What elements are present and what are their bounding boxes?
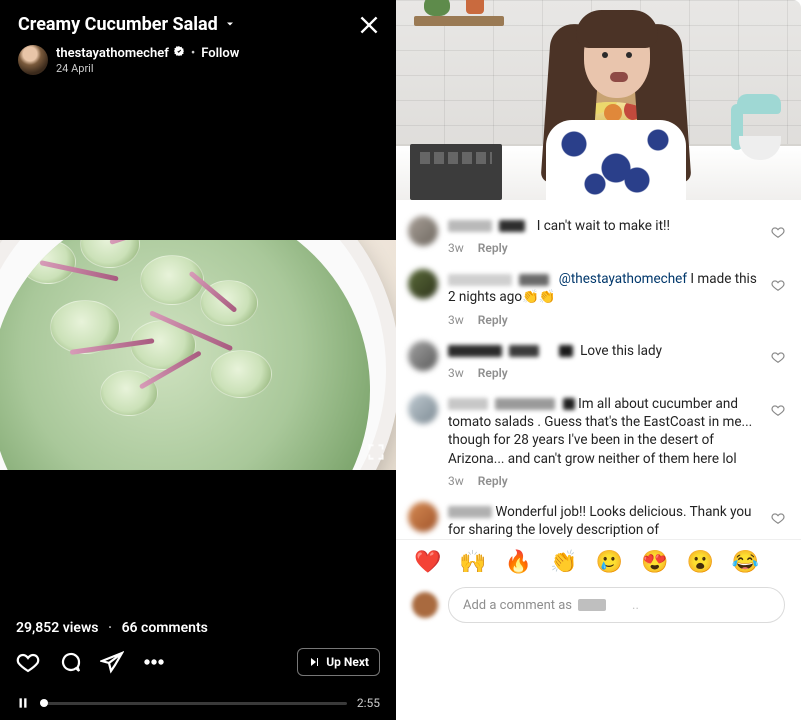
- reply-button[interactable]: Reply: [478, 241, 508, 255]
- comment-list: I can't wait to make it!! 3w Reply: [396, 200, 801, 539]
- pause-button[interactable]: [16, 696, 30, 710]
- comment-like-button[interactable]: [771, 224, 785, 238]
- comment-like-button[interactable]: [771, 277, 785, 291]
- video-preview-scene: [396, 0, 801, 200]
- play-next-icon: [308, 656, 320, 668]
- comment-text: Love this lady: [580, 343, 662, 359]
- reaction-tear[interactable]: 🥲: [596, 550, 623, 575]
- comment-input-row: Add a comment as ..: [396, 581, 801, 635]
- comment-item: I can't wait to make it!! 3w Reply: [408, 208, 797, 261]
- commenter-avatar[interactable]: [408, 341, 438, 371]
- comment-item: Im all about cucumber and tomato salads …: [408, 386, 797, 494]
- comment-text: I can't wait to make it!!: [537, 218, 670, 234]
- comment-age: 3w: [448, 241, 464, 255]
- reaction-wow[interactable]: 😮: [686, 550, 713, 575]
- chevron-down-icon: [224, 14, 236, 35]
- seek-track[interactable]: [40, 702, 347, 705]
- comments-panel: I can't wait to make it!! 3w Reply: [396, 200, 801, 720]
- commenter-avatar[interactable]: [408, 394, 438, 424]
- comment-age: 3w: [448, 474, 464, 488]
- right-panel: I can't wait to make it!! 3w Reply: [396, 0, 801, 720]
- video-frame[interactable]: [0, 99, 396, 610]
- comment-input[interactable]: Add a comment as ..: [448, 587, 785, 623]
- commenter-avatar[interactable]: [408, 502, 438, 532]
- comment-item: @thestayathomechef I made this 2 nights …: [408, 261, 797, 332]
- reaction-clap[interactable]: 👏: [550, 550, 577, 575]
- comment-item: Love this lady 3w Reply: [408, 333, 797, 386]
- comment-text: Im all about cucumber and tomato salads …: [448, 396, 752, 467]
- video-title-text: Creamy Cucumber Salad: [18, 14, 218, 35]
- comment-like-button[interactable]: [771, 349, 785, 363]
- seek-knob[interactable]: [40, 699, 48, 707]
- video-title[interactable]: Creamy Cucumber Salad: [18, 14, 236, 35]
- comment-age: 3w: [448, 313, 464, 327]
- reaction-bar: ❤️ 🙌 🔥 👏 🥲 😍 😮 😂: [396, 539, 801, 581]
- dot-separator: •: [191, 46, 195, 61]
- comment-button[interactable]: [58, 650, 82, 674]
- verified-icon: [173, 45, 185, 61]
- reply-button[interactable]: Reply: [478, 474, 508, 488]
- video-footer: 29,852 views · 66 comments Up Next: [0, 610, 396, 720]
- reply-button[interactable]: Reply: [478, 366, 508, 380]
- comment-age: 3w: [448, 366, 464, 380]
- author-username[interactable]: thestayathomechef: [56, 45, 185, 61]
- player-bar: 2:55: [16, 696, 380, 710]
- stats-dot: ·: [102, 620, 118, 636]
- more-button[interactable]: [142, 650, 166, 674]
- like-button[interactable]: [16, 650, 40, 674]
- commenter-avatar[interactable]: [408, 269, 438, 299]
- video-panel: Creamy Cucumber Salad thestayathomechef …: [0, 0, 396, 720]
- comment-like-button[interactable]: [771, 402, 785, 416]
- self-avatar[interactable]: [412, 592, 438, 618]
- reaction-laugh[interactable]: 😂: [732, 550, 759, 575]
- comment-text: Wonderful job!! Looks delicious. Thank y…: [448, 504, 752, 538]
- video-thumbnail: [0, 240, 396, 470]
- up-next-label: Up Next: [326, 655, 369, 669]
- reaction-fire[interactable]: 🔥: [505, 550, 532, 575]
- share-button[interactable]: [100, 650, 124, 674]
- author-avatar[interactable]: [18, 45, 48, 75]
- reaction-raised-hands[interactable]: 🙌: [459, 550, 486, 575]
- comment-like-button[interactable]: [771, 510, 785, 524]
- comment-mention[interactable]: @thestayathomechef: [559, 271, 687, 287]
- fullscreen-icon[interactable]: [366, 442, 386, 462]
- action-bar: Up Next: [16, 650, 380, 674]
- views-text: 29,852 views: [16, 620, 98, 636]
- post-date: 24 April: [56, 62, 94, 75]
- reply-button[interactable]: Reply: [478, 313, 508, 327]
- reaction-heart[interactable]: ❤️: [414, 550, 441, 575]
- video-stats: 29,852 views · 66 comments: [16, 620, 380, 636]
- up-next-button[interactable]: Up Next: [297, 648, 380, 676]
- author-username-text: thestayathomechef: [56, 46, 169, 61]
- reaction-heart-eyes[interactable]: 😍: [641, 550, 668, 575]
- close-button[interactable]: [356, 12, 382, 38]
- comments-count-text[interactable]: 66 comments: [122, 620, 208, 636]
- comment-input-placeholder: Add a comment as: [463, 598, 572, 613]
- commenter-avatar[interactable]: [408, 216, 438, 246]
- author-row: thestayathomechef • Follow 24 April: [18, 45, 382, 75]
- comment-item: Wonderful job!! Looks delicious. Thank y…: [408, 494, 797, 539]
- video-header: Creamy Cucumber Salad thestayathomechef …: [0, 0, 396, 99]
- follow-button[interactable]: Follow: [201, 46, 239, 61]
- time-label: 2:55: [357, 696, 380, 710]
